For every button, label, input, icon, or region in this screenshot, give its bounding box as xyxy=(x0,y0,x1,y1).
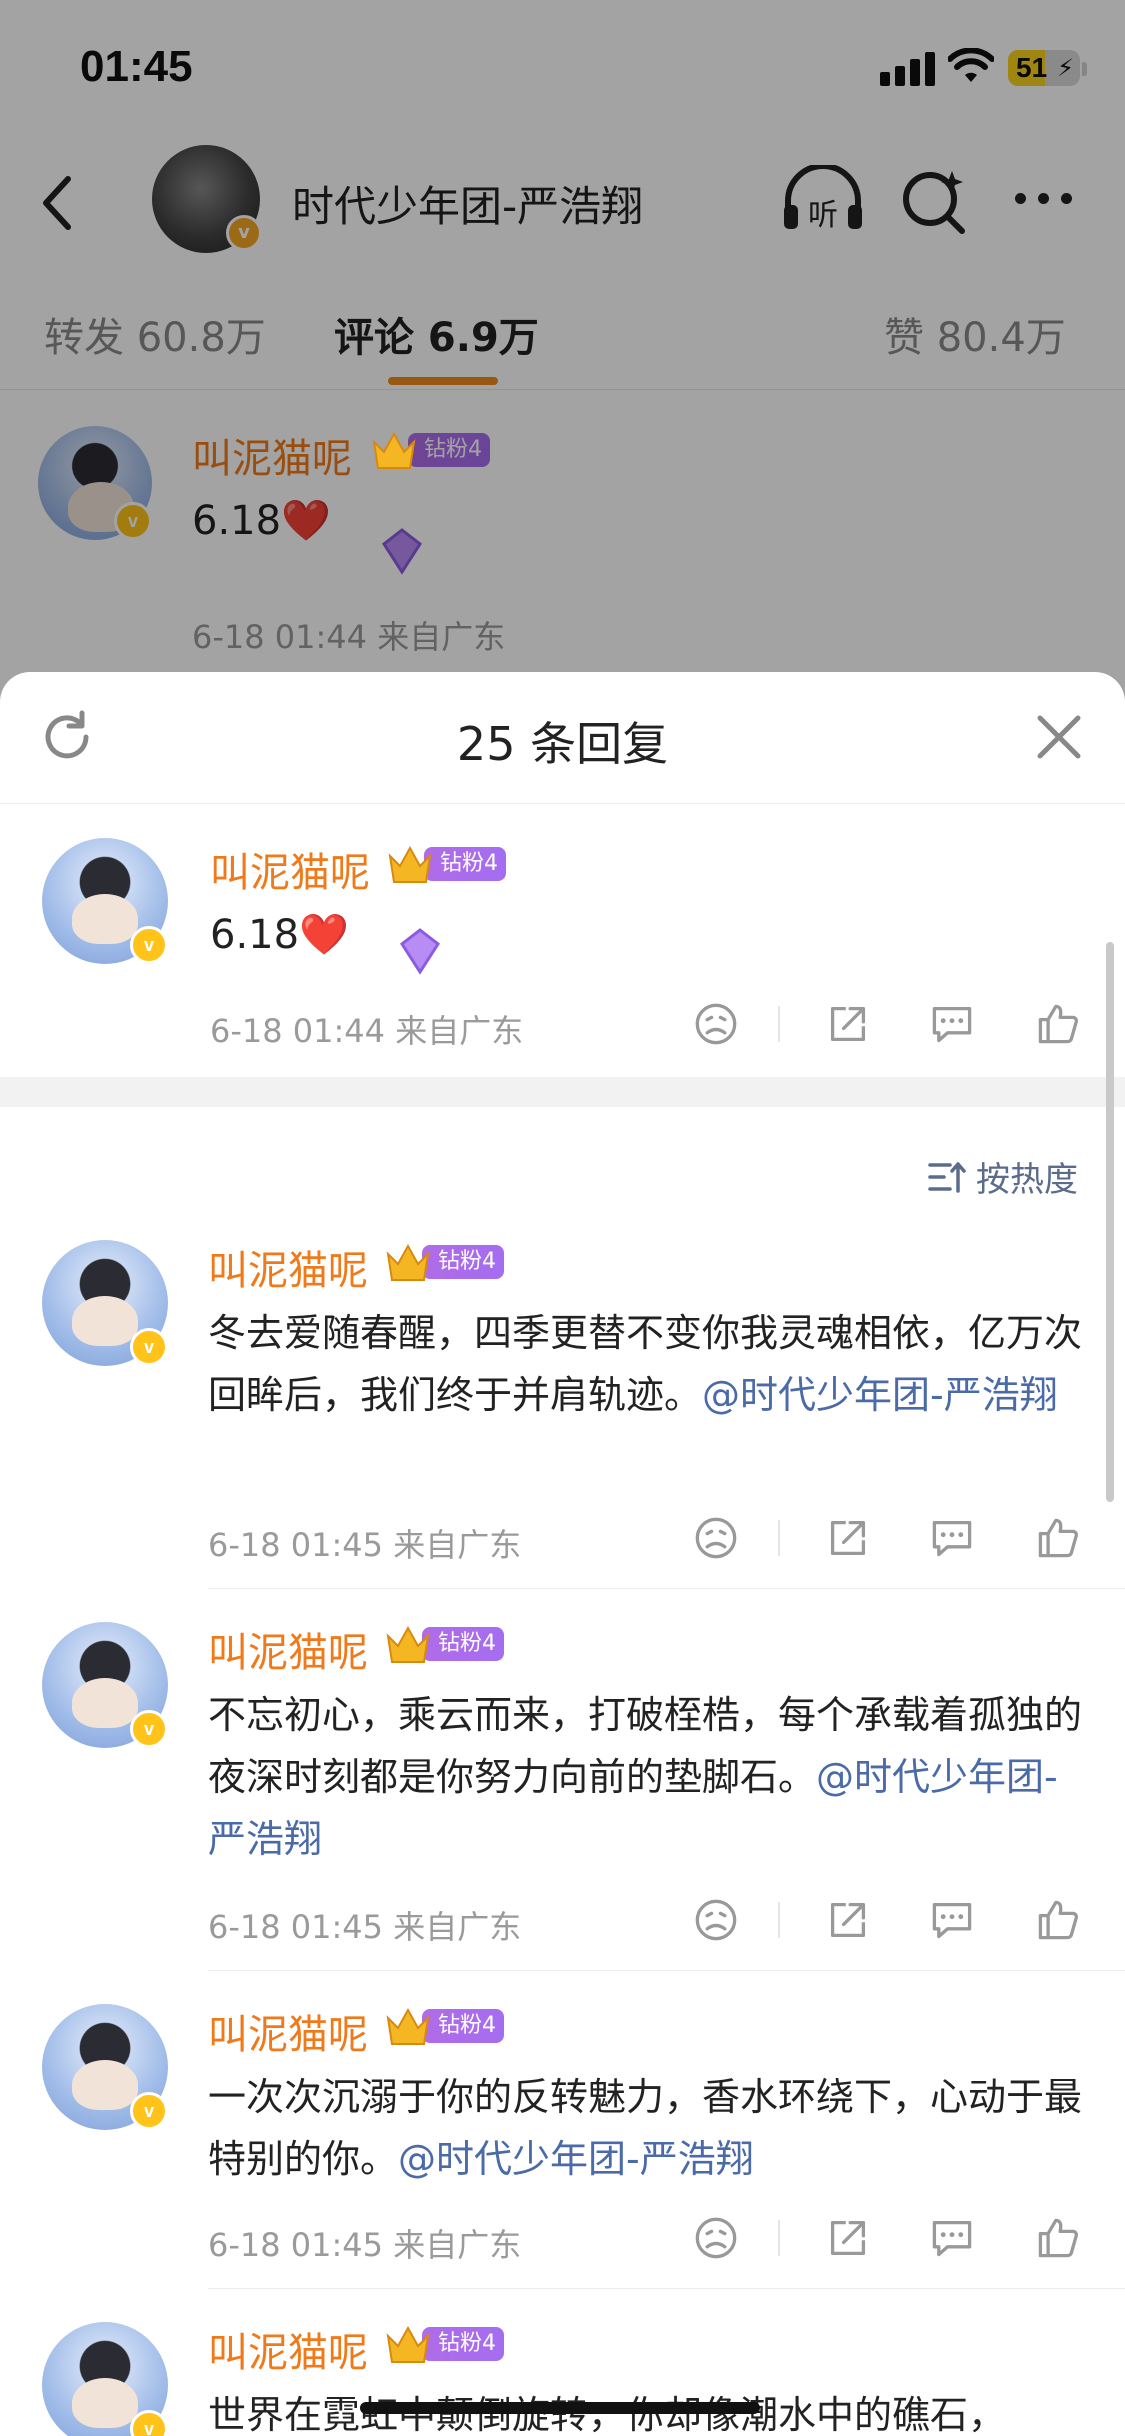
row-divider xyxy=(208,1970,1125,1971)
username[interactable]: 叫泥猫呢 xyxy=(210,840,370,898)
comment-icon[interactable] xyxy=(930,1516,974,1560)
crown-icon xyxy=(388,845,432,883)
username[interactable]: 叫泥猫呢 xyxy=(208,2002,368,2060)
fan-badge-label: 钻粉4 xyxy=(422,2327,504,2361)
sort-icon xyxy=(928,1161,966,1193)
row-divider xyxy=(208,2288,1125,2289)
home-indicator[interactable] xyxy=(360,2402,760,2414)
mention-link[interactable]: @时代少年团-严浩翔 xyxy=(398,2137,754,2181)
like-icon[interactable] xyxy=(1036,1898,1080,1942)
crown-icon xyxy=(386,1243,430,1281)
comment-icon[interactable] xyxy=(930,1002,974,1046)
crown-icon xyxy=(386,1625,430,1663)
comment-icon[interactable] xyxy=(930,2216,974,2260)
comment-text: 一次次沉溺于你的反转魅力，香水环绕下，心动于最特别的你。@时代少年团-严浩翔 xyxy=(208,2075,1083,2181)
fan-badge: 钻粉4 xyxy=(384,2325,504,2363)
like-icon[interactable] xyxy=(1036,1002,1080,1046)
scrollbar[interactable] xyxy=(1106,942,1114,1502)
fan-badge-label: 钻粉4 xyxy=(422,1245,504,1279)
fan-badge-label: 钻粉4 xyxy=(424,847,506,881)
row-divider xyxy=(208,1588,1125,1589)
username[interactable]: 叫泥猫呢 xyxy=(208,1238,368,1296)
sheet-header: 25 条回复 xyxy=(0,672,1125,804)
crown-icon xyxy=(372,431,416,469)
dislike-icon[interactable] xyxy=(694,1898,738,1942)
comment-text: 冬去爱随春醒，四季更替不变你我灵魂相依，亿万次回眸后，我们终于并肩轨迹。@时代少… xyxy=(208,1311,1083,1417)
verified-badge-icon: v xyxy=(130,2410,168,2436)
verified-badge-icon: v xyxy=(130,2092,168,2130)
fan-badge: 钻粉4 xyxy=(384,1243,504,1281)
crown-icon xyxy=(386,2007,430,2045)
fan-badge-label: 钻粉4 xyxy=(422,2009,504,2043)
comment-text: 6.18❤️ xyxy=(210,912,349,958)
username[interactable]: 叫泥猫呢 xyxy=(208,2320,368,2378)
sheet-title: 25 条回复 xyxy=(456,717,669,771)
crown-icon xyxy=(386,2325,430,2363)
username[interactable]: 叫泥猫呢 xyxy=(208,1620,368,1678)
fan-badge: 钻粉4 xyxy=(384,1625,504,1663)
action-divider xyxy=(778,1006,780,1042)
verified-badge-icon: v xyxy=(130,1328,168,1366)
dislike-icon[interactable] xyxy=(694,1516,738,1560)
share-icon[interactable] xyxy=(826,1898,870,1942)
comment-meta: 6-18 01:45 来自广东 xyxy=(208,2226,522,2264)
fan-badge: 钻粉4 xyxy=(384,2007,504,2045)
action-divider xyxy=(778,1520,780,1556)
comment-meta: 6-18 01:44 来自广东 xyxy=(210,1012,524,1050)
fan-badge-label: 钻粉4 xyxy=(422,1627,504,1661)
action-divider xyxy=(778,1902,780,1938)
comment-meta: 6-18 01:45 来自广东 xyxy=(208,1526,522,1564)
share-icon[interactable] xyxy=(826,2216,870,2260)
like-icon[interactable] xyxy=(1036,1516,1080,1560)
share-icon[interactable] xyxy=(826,1516,870,1560)
dislike-icon[interactable] xyxy=(694,1002,738,1046)
sort-button[interactable]: 按热度 xyxy=(928,1152,1078,1201)
comment-text: 不忘初心，乘云而来，打破桎梏，每个承载着孤独的夜深时刻都是你努力向前的垫脚石。@… xyxy=(208,1693,1083,1861)
action-divider xyxy=(778,2220,780,2256)
verified-badge-icon: v xyxy=(130,1710,168,1748)
verified-badge-icon: v xyxy=(130,926,168,964)
sort-label: 按热度 xyxy=(976,1160,1078,1200)
dislike-icon[interactable] xyxy=(694,2216,738,2260)
like-icon[interactable] xyxy=(1036,2216,1080,2260)
section-gap xyxy=(0,1077,1125,1107)
comment-icon[interactable] xyxy=(930,1898,974,1942)
share-icon[interactable] xyxy=(826,1002,870,1046)
replies-sheet: 25 条回复 v 叫泥猫呢 钻粉4 6.18❤️ 6-18 01:44 来自广东… xyxy=(0,672,1125,2436)
mention-link[interactable]: @时代少年团-严浩翔 xyxy=(702,1373,1058,1417)
comment-meta: 6-18 01:45 来自广东 xyxy=(208,1908,522,1946)
fan-badge: 钻粉4 xyxy=(386,845,506,883)
close-icon[interactable] xyxy=(1036,714,1082,760)
gem-sticker-icon xyxy=(399,928,441,975)
